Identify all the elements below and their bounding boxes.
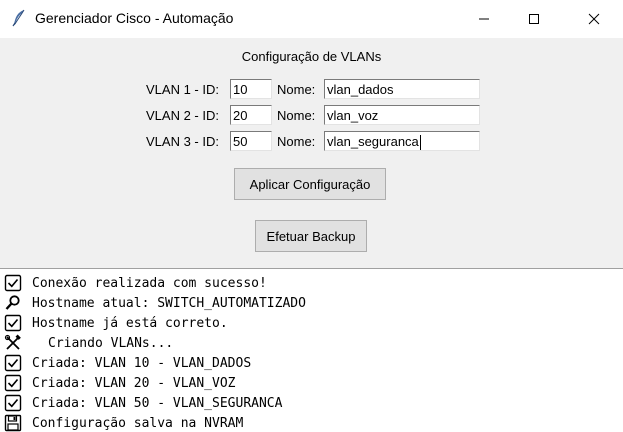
magnifier-icon: [5, 295, 20, 310]
vlan-row-2: VLAN 2 - ID: 20 Nome: vlan_voz: [0, 105, 623, 127]
minimize-button[interactable]: [461, 0, 507, 38]
checkbox-icon: [4, 354, 22, 372]
backup-button[interactable]: Efetuar Backup: [255, 220, 367, 252]
log-text: Configuração salva na NVRAM: [32, 415, 244, 431]
close-icon: [588, 13, 600, 25]
minimize-icon: [479, 18, 489, 20]
vlan-name-label: Nome:: [277, 134, 316, 149]
vlan-1-name-input[interactable]: vlan_dados: [324, 79, 480, 99]
log-text: Criada: VLAN 50 - VLAN_SEGURANCA: [32, 395, 283, 411]
log-line: Criada: VLAN 50 - VLAN_SEGURANCA: [4, 393, 282, 413]
apply-configuration-button[interactable]: Aplicar Configuração: [234, 168, 386, 200]
log-line: Configuração salva na NVRAM: [4, 413, 243, 432]
vlan-1-id-input[interactable]: 10: [230, 79, 272, 99]
vlan-row-3: VLAN 3 - ID: 50 Nome: vlan_seguranca: [0, 131, 623, 153]
log-line: Hostname atual: SWITCH_AUTOMATIZADO: [4, 293, 306, 313]
vlan-3-name-value: vlan_seguranca: [327, 134, 419, 149]
app-window: Gerenciador Cisco - Automação Configuraç…: [0, 0, 623, 432]
log-output[interactable]: Conexão realizada com sucesso! Hostname …: [0, 268, 623, 432]
log-text: Hostname atual: SWITCH_AUTOMATIZADO: [32, 295, 306, 311]
log-line: Criada: VLAN 20 - VLAN_VOZ: [4, 373, 236, 393]
log-line: Hostname já está correto.: [4, 313, 228, 333]
log-text: Criada: VLAN 10 - VLAN_DADOS: [32, 355, 252, 371]
tools-icon: [4, 334, 21, 350]
log-text: Criada: VLAN 20 - VLAN_VOZ: [32, 375, 236, 391]
maximize-icon: [529, 14, 539, 24]
title-bar[interactable]: Gerenciador Cisco - Automação: [0, 0, 623, 38]
vlan-id-label: VLAN 3 - ID:: [146, 134, 219, 149]
feather-icon: [11, 9, 27, 27]
log-line: Criada: VLAN 10 - VLAN_DADOS: [4, 353, 251, 373]
checkbox-icon: [4, 374, 22, 392]
text-caret: [419, 135, 421, 150]
log-text: Conexão realizada com sucesso!: [32, 275, 267, 291]
vlan-3-id-input[interactable]: 50: [230, 131, 272, 151]
vlan-name-label: Nome:: [277, 82, 316, 97]
vlan-3-name-input[interactable]: vlan_seguranca: [324, 131, 480, 151]
vlan-id-label: VLAN 2 - ID:: [146, 108, 219, 123]
floppy-disk-icon: [4, 414, 22, 432]
vlan-2-id-input[interactable]: 20: [230, 105, 272, 125]
vlan-2-name-input[interactable]: vlan_voz: [324, 105, 480, 125]
maximize-button[interactable]: [511, 0, 557, 38]
log-line: Conexão realizada com sucesso!: [4, 273, 267, 293]
vlan-id-label: VLAN 1 - ID:: [146, 82, 219, 97]
vlan-row-1: VLAN 1 - ID: 10 Nome: vlan_dados: [0, 79, 623, 101]
checkbox-icon: [4, 274, 22, 292]
log-text: Criando VLANs...: [48, 335, 174, 351]
vlan-name-label: Nome:: [277, 108, 316, 123]
section-title: Configuração de VLANs: [241, 49, 382, 64]
log-line: Criando VLANs...: [4, 333, 173, 353]
checkbox-icon: [4, 394, 22, 412]
close-button[interactable]: [571, 0, 617, 38]
window-title: Gerenciador Cisco - Automação: [35, 10, 234, 26]
log-text: Hostname já está correto.: [32, 315, 228, 331]
checkbox-icon: [4, 314, 22, 332]
